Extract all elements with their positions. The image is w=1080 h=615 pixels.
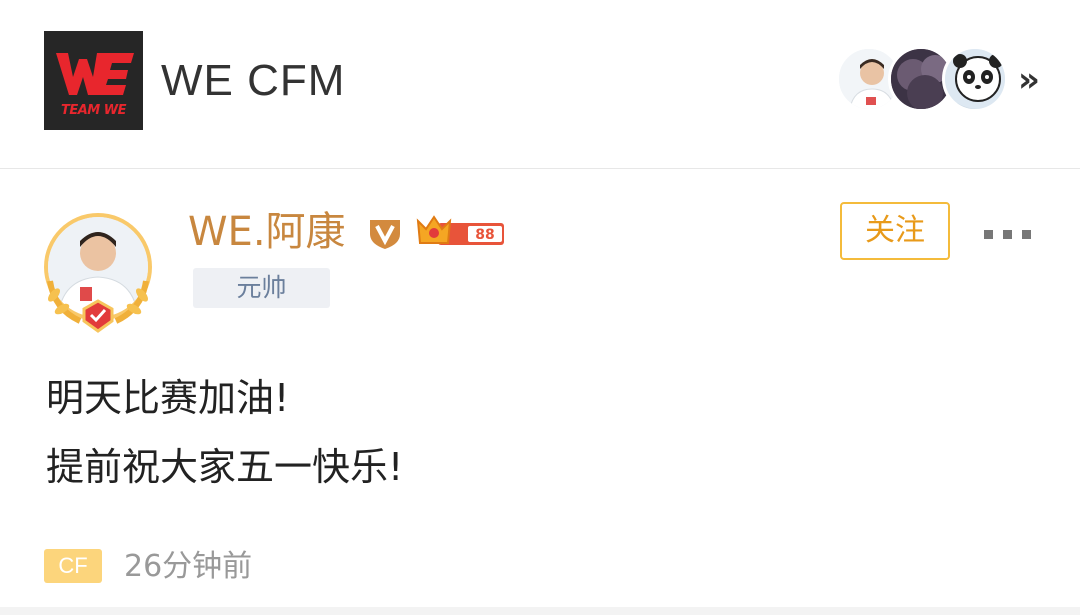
logo-caption: TEAM WE [61, 103, 127, 118]
post-line: 明天比赛加油! [46, 376, 290, 420]
group-header: TEAM WE WE CFM » [0, 0, 1080, 169]
group-title[interactable]: WE CFM [161, 54, 345, 108]
post-timestamp: 26分钟前 [124, 549, 253, 584]
team-logo[interactable]: TEAM WE [44, 31, 143, 130]
panda-avatar[interactable] [942, 46, 1008, 112]
cf-source-icon[interactable]: CF [44, 549, 102, 583]
double-chevron-right-icon[interactable]: » [1018, 60, 1040, 100]
v-shield-icon [368, 216, 402, 250]
divider [0, 607, 1080, 615]
level-badge-text: 88 [475, 227, 494, 243]
post-card: WE.阿康 88 元帅 关注 明天比赛加油! 提前祝大家五一快乐! CF 26分… [0, 169, 1080, 615]
level-badge: 88 [416, 213, 506, 251]
author-name[interactable]: WE.阿康 [188, 207, 346, 257]
member-avatars[interactable] [836, 46, 1008, 116]
post-line: 提前祝大家五一快乐! [46, 445, 404, 489]
more-dots-icon[interactable] [984, 230, 1032, 240]
author-avatar[interactable] [40, 209, 160, 334]
follow-button[interactable]: 关注 [840, 202, 950, 260]
rank-tag: 元帅 [193, 268, 330, 308]
post-content: 明天比赛加油! 提前祝大家五一快乐! [46, 364, 403, 502]
